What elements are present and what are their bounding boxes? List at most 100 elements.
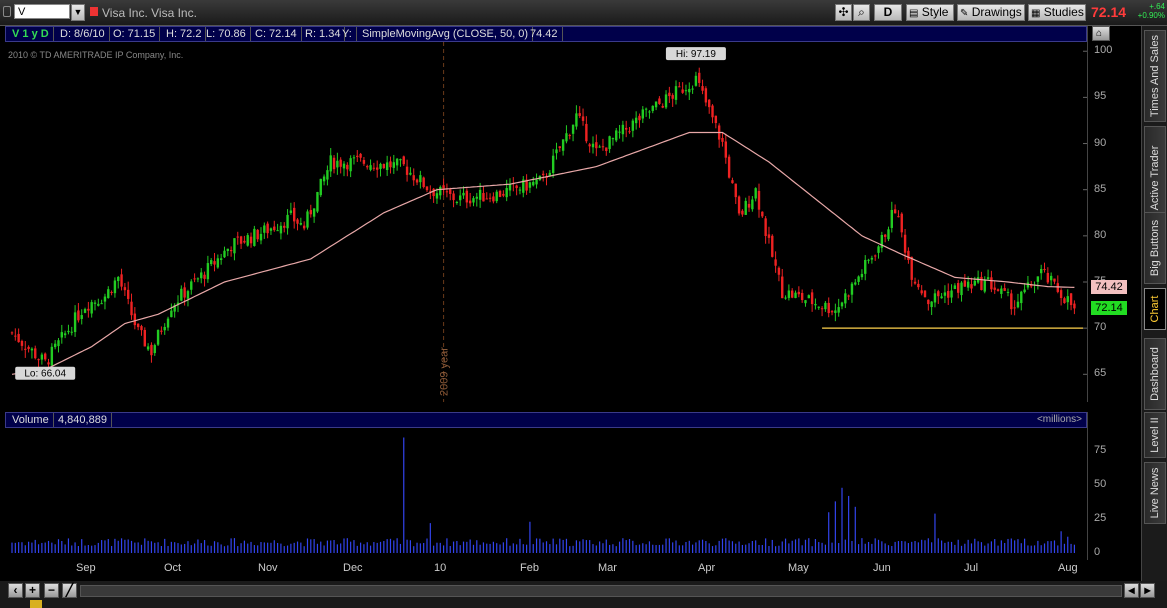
candle-body [299,222,303,225]
low-annotation: Lo: 66.04 [24,369,66,380]
tab-times-and-sales[interactable]: Times And Sales [1144,30,1166,122]
candle-body [542,173,545,175]
candle-body [150,344,153,356]
zoom-out-button[interactable]: − [44,583,59,598]
candle-body [827,302,830,314]
candle-body [289,210,293,213]
candle-body [309,210,312,215]
candle-body [415,179,419,183]
zoom-in-icon: + [28,583,36,597]
price-tick-label: 90 [1094,136,1107,149]
month-label: Jun [873,562,891,574]
volume-tick-label: 25 [1094,512,1107,525]
volume-value: 4,840,889 [54,413,112,427]
candle-body [462,192,465,196]
candle-body [678,86,681,88]
scroll-back-button[interactable]: ‹ [8,583,23,598]
candle-body [883,234,887,237]
candle-body [326,170,329,180]
symbol-input[interactable]: V [14,4,70,19]
zoom-out-icon: − [47,583,55,597]
volume-chart[interactable] [5,428,1087,558]
zoom-tool-button[interactable]: ⌕ [853,4,870,21]
candle-body [130,301,133,316]
candle-body [409,172,412,175]
tab-dashboard[interactable]: Dashboard [1144,338,1166,410]
candle-body [893,209,897,214]
tab-level-ii[interactable]: Level II [1144,412,1166,458]
net-change: +.64 +0.90% [1133,2,1165,20]
candle-body [532,181,535,186]
symbol-dropdown-button[interactable]: ▼ [71,4,85,21]
candle-body [302,225,306,229]
year-marker-label: 2009 year [439,347,451,396]
candle-body [203,274,206,279]
candle-body [950,290,953,298]
candle-body [389,161,392,168]
candle-body [694,75,698,86]
price-chart[interactable]: 2009 year Hi: 97.19 Lo: 66.04 [5,42,1087,402]
candle-body [648,111,651,113]
period-button[interactable]: D [874,4,902,21]
candle-body [170,310,173,318]
candle-body [160,330,163,332]
volume-label: Volume [8,413,54,427]
alert-flag-icon[interactable] [90,7,98,16]
expand-panel-icon[interactable] [30,600,42,608]
candle-body [561,139,565,151]
candle-body [196,278,200,280]
candle-body [120,274,123,287]
tab-label: Level II [1149,417,1161,453]
candle-body [830,311,834,313]
tab-big-buttons[interactable]: Big Buttons [1144,212,1166,284]
candle-body [611,138,615,140]
candle-body [983,280,986,292]
candle-body [123,287,127,291]
month-label: Mar [598,562,617,574]
candle-body [412,175,415,181]
drawings-menu-button[interactable]: ✎ Drawings [957,4,1025,21]
price-axis-divider [1087,26,1088,402]
candle-body [472,198,475,203]
studies-menu-button[interactable]: ▦ Studies [1028,4,1086,21]
company-name: Visa Inc. Visa Inc. [102,6,197,20]
candle-body [312,208,316,217]
scroll-left-button[interactable]: ◂ [1124,583,1139,598]
volume-tick-label: 50 [1094,478,1107,491]
crosshair-tool-button[interactable]: ✣ [835,4,852,21]
study-name[interactable]: SimpleMovingAvg (CLOSE, 50, 0) [358,27,534,41]
high-annotation: Hi: 97.19 [676,49,716,60]
style-menu-button[interactable]: ▤ Style [906,4,954,21]
candle-body [293,207,296,222]
candle-body [820,308,824,310]
candle-body [754,188,757,199]
candle-body [535,179,538,185]
candle-body [724,141,727,158]
candle-body [644,108,648,110]
tab-label: Dashboard [1149,347,1161,401]
month-label: Oct [164,562,182,574]
tab-chart[interactable]: Chart [1144,288,1166,330]
candle-body [681,89,684,93]
candle-body [319,178,322,196]
horizontal-scrollbar[interactable] [80,585,1122,597]
zoom-in-button[interactable]: + [25,583,40,598]
link-icon[interactable] [3,6,11,17]
candle-body [708,99,711,108]
candle-body [273,226,276,231]
candle-body [973,280,976,286]
ohlc-open: O: 71.15 [109,27,161,41]
candle-body [558,146,561,149]
candle-body [840,302,844,307]
candle-body [246,235,249,246]
candle-body [1023,289,1026,293]
candle-body [993,287,996,290]
tab-live-news[interactable]: Live News [1144,462,1166,524]
drawing-line-button[interactable]: ╱ [62,583,77,598]
candle-body [276,230,279,232]
arrow-right-icon: ▸ [1144,583,1151,597]
scroll-right-button[interactable]: ▸ [1140,583,1155,598]
candle-body [704,88,708,103]
chart-settings-button[interactable]: ⌂ [1092,26,1110,41]
candle-body [585,123,588,142]
